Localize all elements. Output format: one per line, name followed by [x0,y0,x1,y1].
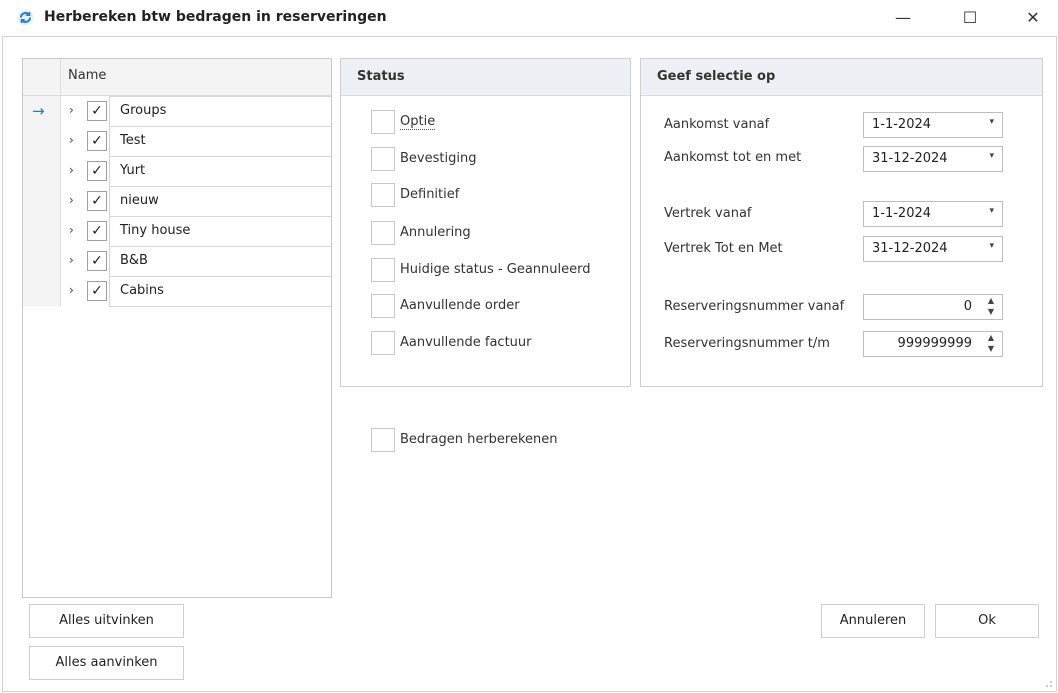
row-cell[interactable]: Cabins [109,276,331,307]
selection-group-title: Geef selectie op [657,69,776,84]
checkbox-annulering[interactable] [371,221,395,245]
checkbox-optie[interactable] [371,110,395,134]
tree-row[interactable]: › ✓ Groups [61,96,331,127]
expand-chevron-icon[interactable]: › [69,193,74,207]
dropdown-arrow-icon[interactable]: ▾ [989,151,994,161]
resnr-to-label: Reserveringsnummer t/m [664,336,830,351]
checkbox-bevestiging[interactable] [371,147,395,171]
recalculate-checkbox[interactable] [371,428,395,452]
resnr-to-value: 999999999 [897,336,972,351]
row-label: nieuw [120,193,159,208]
selection-group: Geef selectie op Aankomst vanaf 1-1-2024… [640,58,1043,387]
row-indicator-strip [23,96,61,306]
resnr-from-label: Reserveringsnummer vanaf [664,299,845,314]
indicator-column-header [23,59,61,95]
row-cell[interactable]: Yurt [109,156,331,187]
checkbox-label-definitief[interactable]: Definitief [400,187,459,202]
maximize-button[interactable]: ☐ [947,0,993,36]
checkbox-aanvullende-factuur[interactable] [371,331,395,355]
window-title: Herbereken btw bedragen in reserveringen [44,9,387,25]
ok-button[interactable]: Ok [935,604,1039,638]
current-row-arrow-icon: → [32,102,45,120]
row-checkbox[interactable]: ✓ [87,161,107,181]
status-group: Status Optie Bevestiging Definitief Annu… [340,58,631,387]
resnr-from-spinner[interactable]: 0 ▲ ▼ [863,294,1003,320]
title-bar: Herbereken btw bedragen in reserveringen… [0,0,1058,36]
departure-from-date-picker[interactable]: 1-1-2024 ▾ [863,201,1003,227]
tree-row[interactable]: › ✓ nieuw [61,186,331,217]
departure-to-label: Vertrek Tot en Met [664,241,783,256]
row-cell[interactable]: Groups [109,96,331,127]
checkbox-label-aanvullende-factuur[interactable]: Aanvullende factuur [400,335,532,350]
row-checkbox[interactable]: ✓ [87,191,107,211]
checkbox-aanvullende-order[interactable] [371,294,395,318]
spin-arrows-icon[interactable]: ▲ ▼ [988,332,994,354]
expand-chevron-icon[interactable]: › [69,223,74,237]
dropdown-arrow-icon[interactable]: ▾ [989,241,994,251]
checkbox-label-aanvullende-order[interactable]: Aanvullende order [400,298,520,313]
expand-chevron-icon[interactable]: › [69,163,74,177]
checkbox-label-huidige-status[interactable]: Huidige status - Geannuleerd [400,262,591,277]
arrival-to-value: 31-12-2024 [872,151,948,166]
row-label: Yurt [120,163,146,178]
row-checkbox[interactable]: ✓ [87,251,107,271]
row-checkbox[interactable]: ✓ [87,221,107,241]
row-cell[interactable]: B&B [109,246,331,277]
checkbox-label-bevestiging[interactable]: Bevestiging [400,151,476,166]
arrival-to-date-picker[interactable]: 31-12-2024 ▾ [863,146,1003,172]
recalculate-icon [17,9,34,26]
uncheck-all-button[interactable]: Alles uitvinken [29,604,184,638]
row-label: Tiny house [120,223,191,238]
resnr-to-spinner[interactable]: 999999999 ▲ ▼ [863,331,1003,357]
departure-to-value: 31-12-2024 [872,241,948,256]
arrival-to-label: Aankomst tot en met [664,150,802,165]
expand-chevron-icon[interactable]: › [69,133,74,147]
row-cell[interactable]: Tiny house [109,216,331,247]
expand-chevron-icon[interactable]: › [69,103,74,117]
row-label: Groups [120,103,167,118]
check-all-button[interactable]: Alles aanvinken [29,646,184,680]
minimize-button[interactable]: — [880,0,926,36]
departure-from-label: Vertrek vanaf [664,206,752,221]
resnr-from-value: 0 [963,299,972,314]
grid-header: Name [23,59,331,96]
arrival-from-date-picker[interactable]: 1-1-2024 ▾ [863,112,1003,138]
tree-row[interactable]: › ✓ B&B [61,246,331,277]
status-group-title: Status [357,69,405,84]
departure-to-date-picker[interactable]: 31-12-2024 ▾ [863,236,1003,262]
checkbox-huidige-status[interactable] [371,258,395,282]
spin-arrows-icon[interactable]: ▲ ▼ [988,295,994,317]
tree-row[interactable]: › ✓ Cabins [61,276,331,307]
tree-grid[interactable]: Name → › ✓ Groups › ✓ Test › ✓ Yurt › ✓ … [22,58,332,598]
expand-chevron-icon[interactable]: › [69,283,74,297]
tree-row[interactable]: › ✓ Tiny house [61,216,331,247]
checkbox-label-optie[interactable]: Optie [400,114,436,130]
resize-grip-icon[interactable] [1040,675,1054,689]
departure-from-value: 1-1-2024 [872,206,932,221]
cancel-button[interactable]: Annuleren [821,604,925,638]
checkbox-definitief[interactable] [371,183,395,207]
tree-row[interactable]: › ✓ Test [61,126,331,157]
row-cell[interactable]: nieuw [109,186,331,217]
arrival-from-label: Aankomst vanaf [664,117,770,132]
row-checkbox[interactable]: ✓ [87,101,107,121]
row-cell[interactable]: Test [109,126,331,157]
checkbox-label-annulering[interactable]: Annulering [400,225,471,240]
row-label: Test [120,133,146,148]
row-label: Cabins [120,283,164,298]
recalculate-label[interactable]: Bedragen herberekenen [400,432,558,447]
tree-row[interactable]: › ✓ Yurt [61,156,331,187]
selection-group-header: Geef selectie op [641,59,1042,96]
expand-chevron-icon[interactable]: › [69,253,74,267]
row-checkbox[interactable]: ✓ [87,131,107,151]
row-label: B&B [120,253,148,268]
dropdown-arrow-icon[interactable]: ▾ [989,206,994,216]
close-button[interactable]: ✕ [1010,0,1056,36]
dropdown-arrow-icon[interactable]: ▾ [989,117,994,127]
row-checkbox[interactable]: ✓ [87,281,107,301]
arrival-from-value: 1-1-2024 [872,117,932,132]
column-header-name[interactable]: Name [68,68,106,83]
status-group-header: Status [341,59,630,96]
